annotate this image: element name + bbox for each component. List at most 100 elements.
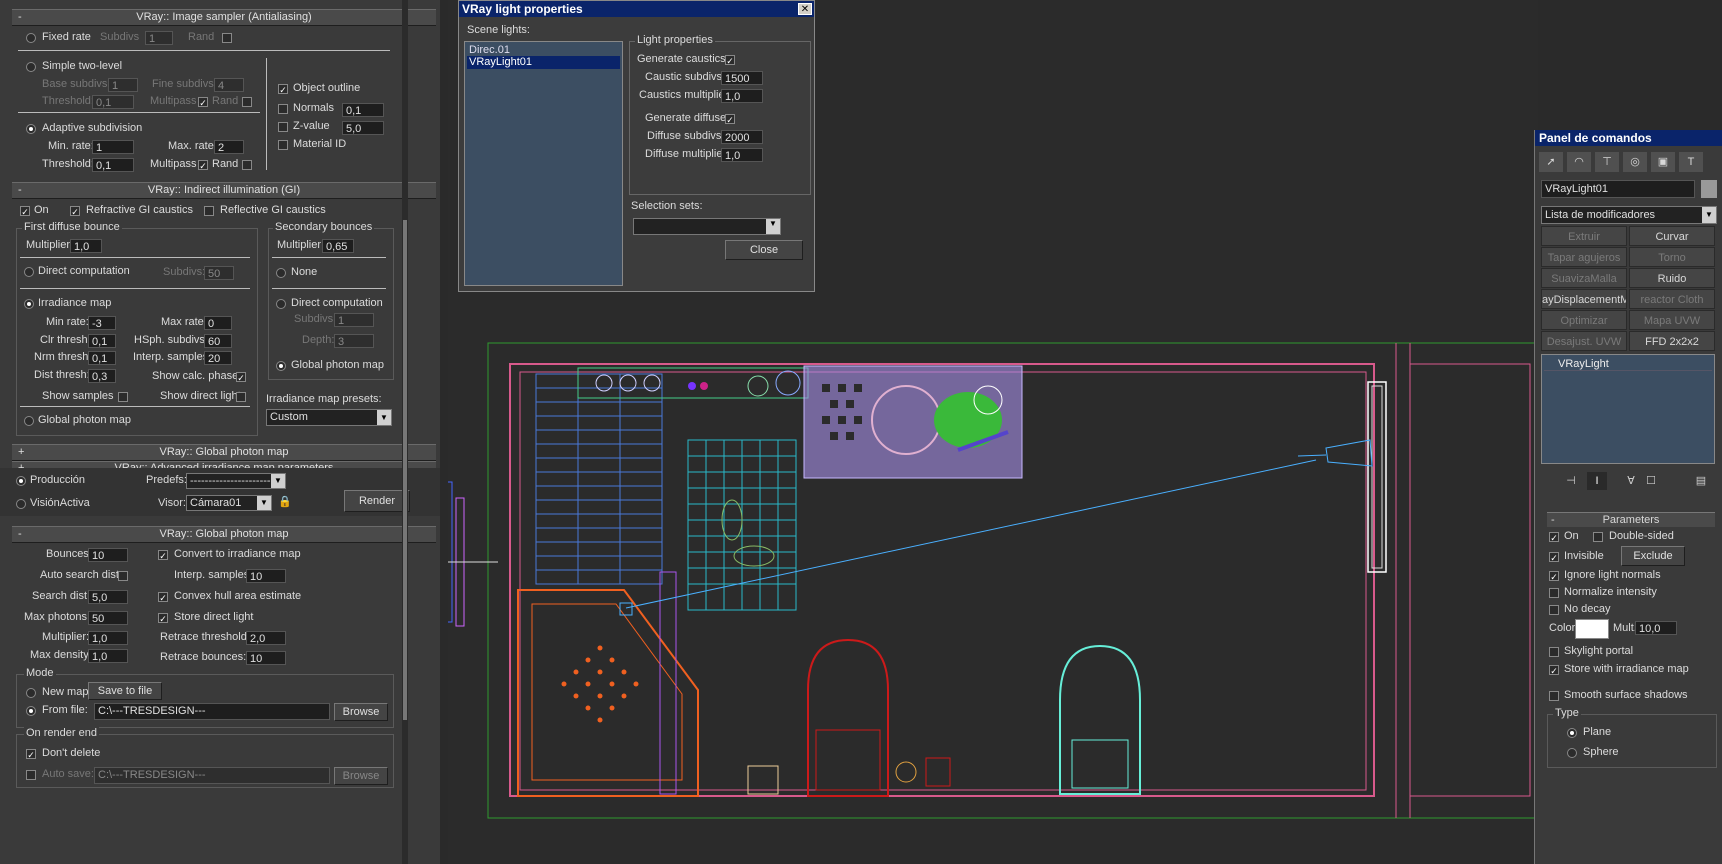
mult-spinner[interactable]: 10,0: [1635, 621, 1677, 635]
fine-subdivs-spinner[interactable]: 4: [214, 78, 244, 92]
show-end-result-icon[interactable]: I: [1587, 472, 1607, 490]
modifier-button[interactable]: FFD 2x2x2: [1629, 331, 1715, 351]
sec-subdivs-spinner[interactable]: 1: [334, 313, 374, 327]
dist-thresh-spinner[interactable]: 0,3: [88, 369, 116, 383]
normals-spinner[interactable]: 0,1: [342, 103, 384, 117]
retrace-threshold-spinner[interactable]: 2,0: [246, 631, 286, 645]
direct-light-icon[interactable]: [1297, 439, 1373, 467]
sphere-radio[interactable]: [1567, 748, 1577, 758]
pin-stack-icon[interactable]: ⊣: [1561, 472, 1581, 490]
render-button[interactable]: Render: [344, 490, 410, 512]
show-samples-checkbox[interactable]: [118, 392, 128, 402]
threshold-spinner-dim[interactable]: 0,1: [92, 95, 134, 109]
generate-caustics-checkbox[interactable]: ✓: [725, 55, 735, 66]
adaptive-radio[interactable]: [26, 124, 36, 134]
skylight-checkbox[interactable]: [1549, 647, 1559, 657]
remove-modifier-icon[interactable]: ☐: [1641, 472, 1661, 490]
gi-subdivs-spinner[interactable]: 50: [204, 266, 234, 280]
auto-save-checkbox[interactable]: [26, 770, 36, 780]
generate-diffuse-checkbox[interactable]: ✓: [725, 114, 735, 125]
list-item-selected[interactable]: VRayLight01: [467, 56, 620, 69]
color-swatch[interactable]: [1575, 619, 1609, 639]
presets-dropdown[interactable]: Custom ▼: [266, 409, 392, 426]
rollout-global-photon[interactable]: - VRay:: Global photon map: [12, 526, 436, 543]
dialog-title-bar[interactable]: VRay light properties: [459, 1, 814, 17]
sec-global-photon-radio[interactable]: [276, 361, 286, 371]
search-dist-spinner[interactable]: 5,0: [88, 590, 128, 604]
modifier-button[interactable]: Mapa UVW: [1629, 310, 1715, 330]
store-direct-checkbox[interactable]: ✓: [158, 613, 168, 624]
rand-checkbox-2[interactable]: [242, 160, 252, 170]
normalize-checkbox[interactable]: [1549, 588, 1559, 598]
convex-hull-checkbox[interactable]: ✓: [158, 592, 168, 603]
photon-interp-spinner[interactable]: 10: [246, 569, 286, 583]
bounces-spinner[interactable]: 10: [88, 548, 128, 562]
modifier-button[interactable]: Optimizar: [1541, 310, 1627, 330]
configure-sets-icon[interactable]: ▤: [1691, 472, 1711, 490]
modifier-button[interactable]: SuavizaMalla: [1541, 268, 1627, 288]
diffuse-subdivs-spinner[interactable]: 2000: [721, 130, 763, 144]
store-irradiance-checkbox[interactable]: ✓: [1549, 665, 1559, 676]
caustic-subdivs-spinner[interactable]: 1500: [721, 71, 763, 85]
sec-none-radio[interactable]: [276, 268, 286, 278]
sec-direct-radio[interactable]: [276, 299, 286, 309]
min-rate-spinner[interactable]: 1: [92, 140, 134, 154]
close-button[interactable]: Close: [725, 240, 803, 260]
modifier-button[interactable]: Extruir: [1541, 226, 1627, 246]
exclude-button[interactable]: Exclude: [1621, 546, 1685, 566]
object-outline-checkbox[interactable]: ✓: [278, 84, 288, 95]
invisible-checkbox[interactable]: ✓: [1549, 552, 1559, 563]
clr-thresh-spinner[interactable]: 0,1: [88, 334, 116, 348]
lock-icon[interactable]: 🔒: [278, 495, 292, 511]
modifier-button[interactable]: Desajust. UVW: [1541, 331, 1627, 351]
predefs-dropdown[interactable]: ------------------------ ▼: [186, 473, 286, 489]
rollout-global-photon-collapsed[interactable]: + VRay:: Global photon map: [12, 444, 436, 461]
stack-item[interactable]: VRayLight: [1544, 357, 1712, 371]
rand-checkbox[interactable]: [222, 33, 232, 43]
z-value-spinner[interactable]: 5,0: [342, 121, 384, 135]
browse-button[interactable]: Browse: [334, 703, 388, 721]
gi-on-checkbox[interactable]: ✓: [20, 206, 30, 217]
vision-activa-radio[interactable]: [16, 499, 26, 509]
depth-spinner[interactable]: 3: [334, 334, 374, 348]
scene-lights-list[interactable]: Direc.01 VRayLight01: [464, 41, 623, 286]
max-density-spinner[interactable]: 1,0: [88, 649, 128, 663]
gi-multiplier-spinner[interactable]: 1,0: [70, 239, 102, 253]
create-tab-icon[interactable]: ➚: [1539, 152, 1563, 172]
direct-computation-radio[interactable]: [24, 267, 34, 277]
photon-multiplier-spinner[interactable]: 1,0: [88, 631, 128, 645]
hierarchy-tab-icon[interactable]: ⊤: [1595, 152, 1619, 172]
rollout-indirect-illumination[interactable]: - VRay:: Indirect illumination (GI): [12, 182, 436, 199]
nrm-thresh-spinner[interactable]: 0,1: [88, 351, 116, 365]
interp-samples-spinner[interactable]: 20: [204, 351, 232, 365]
max-rate-spinner[interactable]: 2: [214, 140, 244, 154]
caustics-multiplier-spinner[interactable]: 1,0: [721, 89, 763, 103]
fixed-rate-radio[interactable]: [26, 33, 36, 43]
gi-min-rate-spinner[interactable]: -3: [88, 316, 116, 330]
show-calc-checkbox[interactable]: ✓: [236, 372, 246, 383]
multipass-checkbox-dim[interactable]: ✓: [198, 97, 208, 108]
hsph-subdivs-spinner[interactable]: 60: [204, 334, 232, 348]
show-direct-checkbox[interactable]: [236, 392, 246, 402]
save-to-file-button[interactable]: Save to file: [88, 682, 162, 700]
rand-checkbox-dim[interactable]: [242, 97, 252, 107]
utilities-tab-icon[interactable]: T: [1679, 152, 1703, 172]
new-map-radio[interactable]: [26, 688, 36, 698]
irradiance-map-radio[interactable]: [24, 299, 34, 309]
global-photon-radio[interactable]: [24, 416, 34, 426]
max-photons-spinner[interactable]: 50: [88, 611, 128, 625]
ignore-normals-checkbox[interactable]: ✓: [1549, 571, 1559, 582]
from-file-radio[interactable]: [26, 706, 36, 716]
convert-irradiance-checkbox[interactable]: ✓: [158, 550, 168, 561]
smooth-shadows-checkbox[interactable]: [1549, 691, 1559, 701]
modifier-list-dropdown[interactable]: Lista de modificadores ▼: [1541, 206, 1717, 224]
modifier-button[interactable]: Ruido: [1629, 268, 1715, 288]
selection-sets-dropdown[interactable]: ▼: [633, 218, 781, 235]
parameters-rollout[interactable]: - Parameters: [1547, 512, 1715, 527]
close-icon[interactable]: ✕: [798, 3, 812, 15]
multipass-checkbox[interactable]: ✓: [198, 160, 208, 171]
plane-radio[interactable]: [1567, 728, 1577, 738]
normals-checkbox[interactable]: [278, 104, 288, 114]
simple-two-level-radio[interactable]: [26, 62, 36, 72]
fixed-subdivs-spinner[interactable]: 1: [145, 31, 173, 45]
